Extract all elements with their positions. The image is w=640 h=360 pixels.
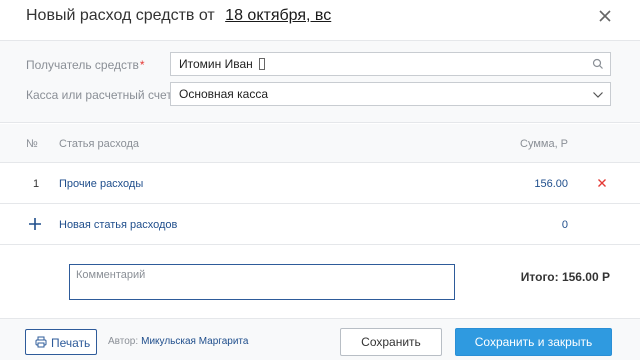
close-icon[interactable] <box>596 7 614 25</box>
comment-input[interactable] <box>69 264 455 300</box>
save-and-close-button[interactable]: Сохранить и закрыть <box>455 328 612 356</box>
account-label-text: Касса или расчетный счет <box>26 88 172 102</box>
table-row: 1 Прочие расходы 156.00 <box>0 164 640 204</box>
delete-icon[interactable] <box>597 178 607 188</box>
recipient-label: Получатель средств* <box>26 58 145 72</box>
recipient-field[interactable]: Итомин Иван <box>170 52 611 76</box>
dialog-title: Новый расход средств от 18 октября, вс <box>26 7 331 25</box>
row-number: 1 <box>33 178 40 190</box>
dialog-header: Новый расход средств от 18 октября, вс <box>0 0 640 36</box>
column-header-num: № <box>26 138 38 150</box>
recipient-value: Итомин Иван <box>179 57 253 71</box>
save-button[interactable]: Сохранить <box>340 328 442 356</box>
chevron-down-icon[interactable] <box>592 89 604 101</box>
author-label: Автор: <box>108 336 139 347</box>
expense-sum[interactable]: 156.00 <box>500 178 568 190</box>
column-header-item: Статья расхода <box>59 138 140 150</box>
plus-icon[interactable] <box>28 217 42 231</box>
form-section: Получатель средств* Итомин Иван Касса ил… <box>0 40 640 123</box>
column-header-sum: Сумма, Р <box>520 138 569 150</box>
account-value: Основная касса <box>179 87 269 101</box>
required-mark: * <box>139 58 145 72</box>
search-icon[interactable] <box>592 58 604 70</box>
expense-item-link[interactable]: Прочие расходы <box>59 178 143 190</box>
print-label: Печать <box>51 336 91 350</box>
new-expense-item-link[interactable]: Новая статья расходов <box>59 219 177 231</box>
author-name[interactable]: Микульская Маргарита <box>141 336 248 347</box>
add-row: Новая статья расходов 0 <box>0 205 640 245</box>
new-row-sum: 0 <box>561 219 568 231</box>
account-select[interactable]: Основная касса <box>170 82 611 106</box>
author-info: Автор: Микульская Маргарита <box>108 336 248 347</box>
table-header: № Статья расхода Сумма, Р <box>0 124 640 163</box>
print-button[interactable]: Печать <box>25 329 97 355</box>
dialog-title-text: Новый расход средств от <box>26 7 215 24</box>
dialog-footer: Печать Автор: Микульская Маргарита Сохран… <box>0 318 640 360</box>
text-cursor-icon <box>258 58 265 70</box>
total-amount: Итого: 156.00 Р <box>520 270 610 284</box>
date-link[interactable]: 18 октября, вс <box>225 7 331 24</box>
account-label: Касса или расчетный счет* <box>26 88 178 102</box>
printer-icon <box>35 336 47 348</box>
recipient-label-text: Получатель средств <box>26 58 139 72</box>
